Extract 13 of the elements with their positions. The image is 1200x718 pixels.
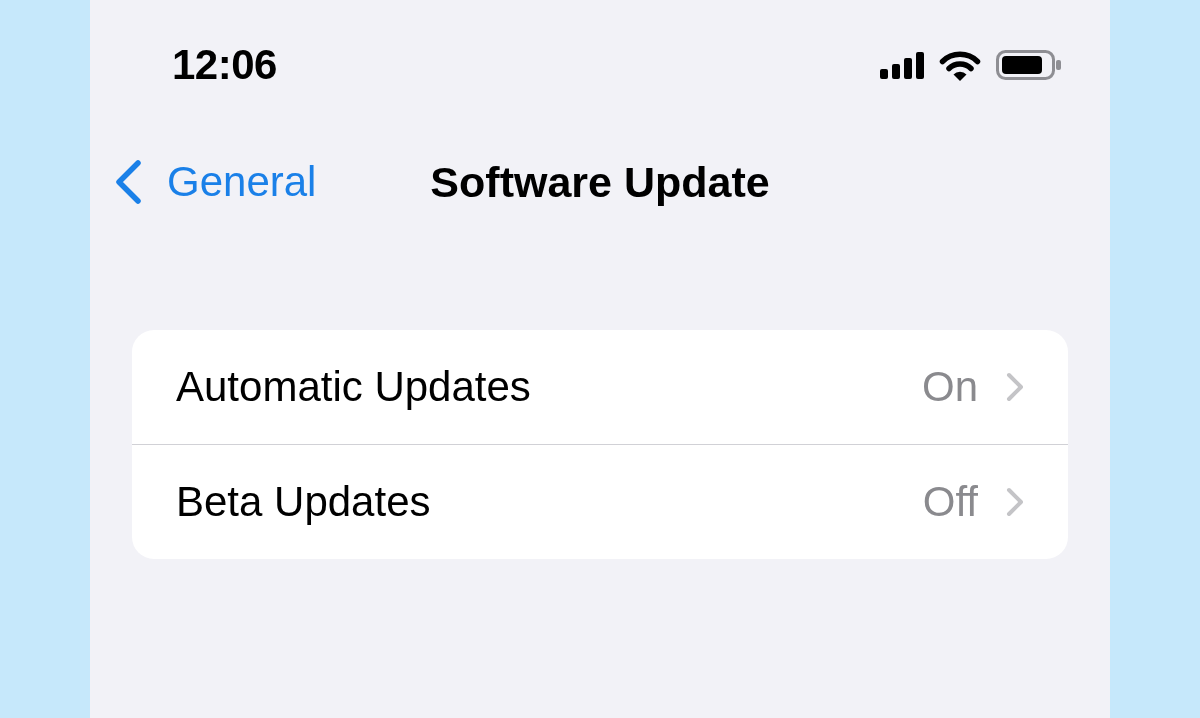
back-button[interactable]: General xyxy=(113,158,317,206)
battery-icon xyxy=(996,50,1062,80)
status-time: 12:06 xyxy=(172,41,277,89)
chevron-right-icon xyxy=(1006,487,1024,517)
nav-title: Software Update xyxy=(430,157,770,207)
setting-label[interactable]: Automatic Updates xyxy=(176,363,922,411)
setting-value: On xyxy=(921,363,978,411)
chevron-right-icon xyxy=(1006,372,1024,402)
setting-value: Off xyxy=(922,478,978,526)
chevron-left-icon xyxy=(113,159,143,205)
signal-icon xyxy=(880,51,924,79)
setting-label[interactable]: Beta Updates xyxy=(176,478,923,526)
wifi-icon xyxy=(939,49,981,81)
